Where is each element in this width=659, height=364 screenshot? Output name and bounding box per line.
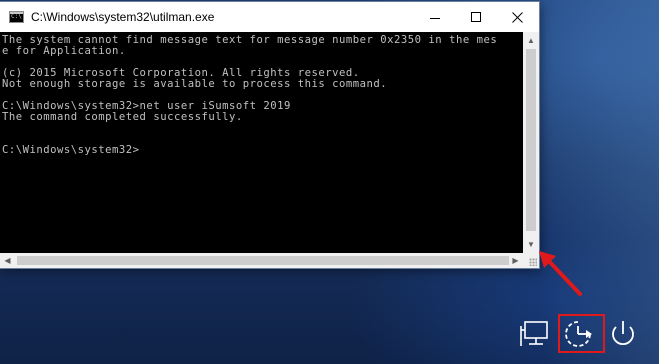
chevron-left-icon: ◀	[4, 256, 11, 265]
chevron-right-icon: ▶	[512, 256, 519, 265]
chevron-up-icon: ▲	[527, 36, 535, 45]
power-icon[interactable]	[606, 318, 640, 350]
console-line: The command completed successfully.	[2, 111, 243, 123]
console-window[interactable]: C:\ C:\Windows\system32\utilman.exe The …	[0, 2, 539, 268]
close-icon	[512, 12, 523, 23]
console-prompt-line: C:\Windows\system32>	[2, 144, 140, 156]
vertical-scroll-thumb[interactable]	[526, 49, 536, 231]
close-button[interactable]	[495, 2, 540, 32]
red-arrow-icon	[539, 251, 582, 296]
horizontal-scroll-thumb[interactable]	[17, 256, 509, 265]
console-line: e for Application.	[2, 45, 126, 57]
horizontal-scrollbar[interactable]: ◀ ▶	[0, 253, 523, 268]
ease-of-access-icon[interactable]	[561, 318, 595, 350]
chevron-down-icon: ▼	[527, 240, 535, 249]
console-app-icon[interactable]: C:\	[9, 11, 24, 23]
network-icon[interactable]	[519, 318, 553, 350]
maximize-button[interactable]	[454, 2, 499, 32]
scroll-left-button[interactable]: ◀	[0, 253, 15, 268]
console-line: Not enough storage is available to proce…	[2, 78, 388, 90]
console-output[interactable]: The system cannot find message text for …	[0, 32, 523, 253]
minimize-button[interactable]	[413, 2, 458, 32]
scroll-right-button[interactable]: ▶	[508, 253, 523, 268]
title-bar[interactable]: C:\ C:\Windows\system32\utilman.exe	[0, 2, 539, 32]
background-glow	[540, 0, 659, 364]
scroll-up-button[interactable]: ▲	[523, 32, 539, 49]
window-title: C:\Windows\system32\utilman.exe	[31, 10, 215, 24]
vertical-scrollbar[interactable]: ▲ ▼	[523, 32, 539, 253]
